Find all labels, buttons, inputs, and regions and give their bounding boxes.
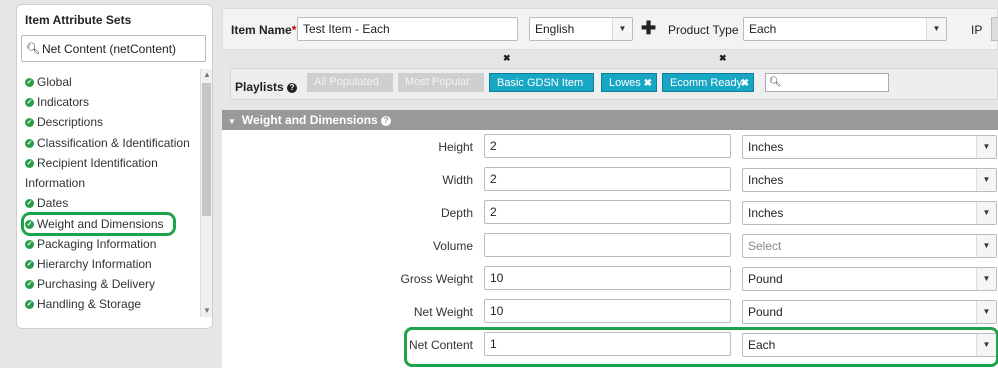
height-unit-select[interactable]: Inches ▼: [742, 135, 997, 159]
caret-down-icon: ▼: [976, 235, 996, 257]
check-icon: ✓: [25, 158, 34, 168]
search-icon: 🔍︎: [769, 77, 782, 88]
sidebar-item-indicators[interactable]: ✓ Indicators: [25, 95, 89, 109]
sidebar-item-purchasing[interactable]: ✓ Purchasing & Delivery: [25, 277, 155, 291]
playlists-bar: Playlists ? All Populated Most Popular B…: [230, 68, 998, 100]
field-label-height: Height: [438, 140, 473, 154]
field-label-volume: Volume: [432, 239, 473, 253]
volume-input[interactable]: [484, 233, 731, 257]
sidebar-item-descriptions[interactable]: ✓ Descriptions: [25, 115, 103, 129]
product-type-select[interactable]: Each ▼: [743, 17, 947, 41]
check-icon: ✓: [25, 279, 34, 289]
height-input[interactable]: 2: [484, 134, 731, 158]
width-unit-select[interactable]: Inches ▼: [742, 168, 997, 192]
width-input[interactable]: 2: [484, 167, 731, 191]
gross-weight-input[interactable]: 10: [484, 266, 731, 290]
close-icon[interactable]: ✖: [503, 53, 511, 64]
ip-label: IP: [971, 23, 983, 37]
sidebar-item-dates[interactable]: ✓ Dates: [25, 196, 68, 210]
playlist-ecomm-ready[interactable]: Ecomm Ready ✖: [662, 73, 754, 92]
plus-icon[interactable]: ✚: [641, 18, 656, 39]
item-name-label: Item Name*: [231, 23, 297, 37]
help-icon[interactable]: ?: [287, 82, 298, 93]
check-icon: ✓: [25, 117, 34, 127]
net-weight-input[interactable]: 10: [484, 299, 731, 323]
section-header-weight-dimensions[interactable]: ▼ Weight and Dimensions ?: [222, 110, 998, 130]
sidebar-item-recipient-identification[interactable]: ✓ Recipient Identification: [25, 156, 158, 170]
attribute-search-input[interactable]: 🔍︎ Net Content (netContent): [21, 35, 206, 62]
main-content: Item Name* Test Item - Each English ▼ ✚ …: [222, 8, 998, 368]
caret-down-icon: ▼: [976, 268, 996, 290]
check-icon: ✓: [25, 198, 34, 208]
playlist-lowes[interactable]: Lowes ✖: [601, 73, 657, 92]
attribute-search-value: Net Content (netContent): [41, 41, 177, 56]
scroll-down-icon[interactable]: ▼: [201, 305, 213, 317]
caret-down-icon: ▼: [976, 202, 996, 224]
close-icon[interactable]: ✖: [644, 74, 652, 93]
sidebar-item-global[interactable]: ✓ Global: [25, 75, 72, 89]
volume-unit-select[interactable]: Select ▼: [742, 234, 997, 258]
playlist-most-popular[interactable]: Most Popular: [398, 73, 484, 92]
search-icon: 🔍︎: [26, 43, 40, 55]
depth-unit-select[interactable]: Inches ▼: [742, 201, 997, 225]
sidebar-item-weight-and-dimensions[interactable]: ✓ Weight and Dimensions: [21, 212, 176, 236]
attribute-set-list: ✓ Global ✓ Indicators ✓ Descriptions ✓ Class…: [17, 69, 198, 319]
panel-title: Item Attribute Sets: [25, 13, 132, 27]
product-type-label: Product Type: [668, 23, 739, 37]
language-select[interactable]: English ▼: [529, 17, 633, 41]
field-label-net-weight: Net Weight: [413, 305, 473, 319]
field-label-width: Width: [442, 173, 473, 187]
caret-down-icon: ▼: [976, 169, 996, 191]
net-weight-unit-select[interactable]: Pound ▼: [742, 300, 997, 324]
sidebar-item-handling[interactable]: ✓ Handling & Storage: [25, 297, 141, 311]
help-icon[interactable]: ?: [381, 115, 392, 126]
depth-input[interactable]: 2: [484, 200, 731, 224]
item-name-input[interactable]: Test Item - Each: [297, 17, 518, 41]
check-icon: ✓: [25, 299, 34, 309]
caret-down-icon: ▼: [926, 18, 946, 40]
check-icon: ✓: [25, 77, 34, 87]
gross-weight-unit-select[interactable]: Pound ▼: [742, 267, 997, 291]
playlist-search-input[interactable]: 🔍︎: [765, 73, 889, 92]
check-icon: ✓: [25, 97, 34, 107]
playlist-all-populated[interactable]: All Populated: [307, 73, 393, 92]
close-icon[interactable]: ✖: [741, 74, 749, 93]
ip-field-edge[interactable]: [991, 17, 998, 41]
field-label-gross-weight: Gross Weight: [400, 272, 473, 286]
sidebar-scrollbar[interactable]: ▲ ▼: [200, 69, 212, 317]
field-label-depth: Depth: [440, 206, 473, 220]
check-icon: ✓: [25, 239, 34, 249]
sidebar-item-packaging[interactable]: ✓ Packaging Information: [25, 237, 156, 251]
item-name-bar: Item Name* Test Item - Each English ▼ ✚ …: [222, 8, 998, 50]
item-attribute-sets-panel: Item Attribute Sets 🔍︎ Net Content (netC…: [16, 4, 213, 329]
sidebar-item-label-continued[interactable]: Information: [25, 176, 85, 190]
check-icon: ✓: [25, 138, 34, 148]
triangle-down-icon: ▼: [228, 117, 236, 126]
sidebar-item-classification[interactable]: ✓ Classification & Identification: [25, 136, 190, 150]
playlists-label: Playlists ?: [235, 80, 298, 94]
close-icon[interactable]: ✖: [719, 53, 727, 64]
caret-down-icon: ▼: [612, 18, 632, 40]
sidebar-item-hierarchy[interactable]: ✓ Hierarchy Information: [25, 257, 152, 271]
check-icon: ✓: [25, 259, 34, 269]
scroll-up-icon[interactable]: ▲: [201, 69, 213, 81]
caret-down-icon: ▼: [976, 136, 996, 158]
playlist-basic-gdsn[interactable]: Basic GDSN Item: [489, 73, 594, 92]
check-icon: ✓: [25, 219, 34, 229]
net-content-highlight: [404, 327, 998, 367]
caret-down-icon: ▼: [976, 301, 996, 323]
scroll-thumb[interactable]: [202, 83, 211, 216]
